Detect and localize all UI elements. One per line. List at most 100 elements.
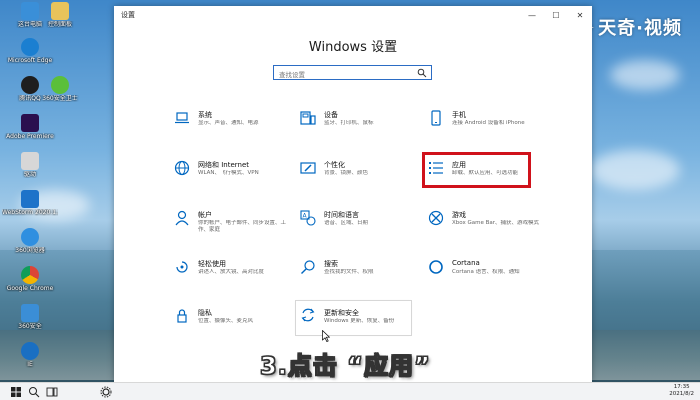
tile-description: Xbox Game Bar、捕获、游戏模式 [452,220,539,226]
task-view-icon[interactable] [46,386,58,398]
close-button[interactable]: ✕ [568,6,592,24]
tile-name: 游戏 [452,211,466,219]
tile-description: 查找我的文件、权限 [324,269,374,275]
caption-subtitle: 3.点击 “应用” [260,352,431,381]
tile-network[interactable]: 网络和 Internet WLAN、飞行模式、VPN [174,159,292,195]
tile-description: 背景、锁屏、颜色 [324,170,369,176]
personalize-icon [300,162,316,174]
devices-icon [300,111,316,125]
tile-privacy[interactable]: 隐私 位置、摄像头、麦克风 [174,307,292,343]
laptop-icon [175,112,189,124]
desktop-icon-label: 360安全 [18,323,42,330]
tile-name: 更新和安全 [324,309,359,317]
tile-name: 手机 [452,111,466,119]
ie-icon [21,342,39,360]
desktop-icon[interactable]: Microsoft Edge [2,38,58,64]
tile-phone[interactable]: 手机 连接 Android 设备和 iPhone [428,109,546,145]
desktop-icon-label: 控制面板 [47,21,72,28]
tile-name: 帐户 [198,211,212,219]
tile-personalization[interactable]: 个性化 背景、锁屏、颜色 [300,159,418,195]
desktop-icon[interactable]: 360浏览器 [2,228,58,254]
tile-description: 连接 Android 设备和 iPhone [452,120,525,126]
title-bar[interactable]: 设置 — ☐ ✕ [114,6,592,24]
tile-name: 轻松使用 [198,260,226,268]
shield-icon [51,76,69,94]
minimize-button[interactable]: — [520,6,544,24]
clock[interactable]: 17:35 2021/8/2 [669,384,694,398]
desktop-icon-label: Adobe Premiere [6,133,54,140]
desktop-icon[interactable]: IE [2,342,58,368]
desktop-icon-label: IE [27,361,33,368]
tile-time-language[interactable]: A 时间和语言 语音、区域、日期 [300,209,418,245]
tile-update-security[interactable]: 更新和安全 Windows 更新、恢复、备份 [295,300,412,336]
search-icon[interactable] [417,68,427,78]
desktop-icon-label: 驱动 [23,171,36,178]
ease-of-access-icon [176,261,188,273]
account-icon [175,210,189,226]
tile-system[interactable]: 系统 显示、声音、通知、电源 [174,109,292,145]
cortana-icon [429,260,443,274]
chrome-icon [21,266,39,284]
desktop-icon[interactable]: 360安全卫士 [32,76,88,102]
mouse-cursor-icon [322,330,330,342]
edge-icon [21,38,39,56]
desktop-icon-label: Google Chrome [6,285,54,292]
tile-accounts[interactable]: 帐户 你的帐户、电子邮件、同步设置、工作、家庭 [174,209,292,245]
tile-devices[interactable]: 设备 蓝牙、打印机、鼠标 [300,109,418,145]
security-icon [21,304,39,322]
globe-icon [174,160,190,176]
desktop-icon[interactable]: 360安全 [2,304,58,330]
tile-description: Cortana 语言、权限、通知 [452,269,520,275]
desktop-cloud [610,60,680,90]
tile-description: 位置、摄像头、麦克风 [198,318,254,324]
tile-description: 语音、区域、日期 [324,220,369,226]
tile-description: 蓝牙、打印机、鼠标 [324,120,374,126]
desktop-icon[interactable]: 控制面板 [32,2,88,28]
tile-name: 隐私 [198,309,212,317]
taskbar-search-icon[interactable] [28,386,40,398]
watermark: ✦天奇·视频 [580,14,682,40]
taskbar: 17:35 2021/8/2 [0,382,700,400]
watermark-text: 天奇·视频 [598,18,682,39]
highlight-box [422,152,531,188]
tile-cortana[interactable]: Cortana Cortana 语言、权限、通知 [428,258,546,294]
xbox-icon [428,210,444,226]
maximize-button[interactable]: ☐ [544,6,568,24]
webstorm-icon [21,190,39,208]
tile-description: 显示、声音、通知、电源 [198,120,259,126]
svg-text:A: A [303,213,308,220]
tile-ease-of-access[interactable]: 轻松使用 讲述人、放大镜、高对比度 [174,258,292,294]
desktop-icon[interactable]: Adobe Premiere [2,114,58,140]
phone-icon [431,110,441,126]
tile-search[interactable]: 搜索 查找我的文件、权限 [300,258,418,294]
search-icon [301,260,315,274]
desktop-icon-label: 360安全卫士 [42,95,78,102]
desktop-icon[interactable]: WebStorm 2020.1.2 [2,190,58,216]
search-placeholder: 查找设置 [279,71,305,79]
tile-description: WLAN、飞行模式、VPN [198,170,259,176]
tile-description: Windows 更新、恢复、备份 [324,318,395,324]
tile-name: 时间和语言 [324,211,359,219]
drive-icon [21,152,39,170]
tile-name: 搜索 [324,260,338,268]
update-icon [301,308,315,322]
clock-date: 2021/8/2 [669,391,694,397]
desktop-icon[interactable]: Google Chrome [2,266,58,292]
premiere-icon [21,114,39,132]
time-language-icon: A [300,210,316,226]
desktop-cloud [590,150,680,190]
settings-gear-icon[interactable] [100,386,112,398]
lock-icon [177,309,187,323]
desktop-icon[interactable]: 驱动 [2,152,58,178]
window-title: 设置 [121,11,135,19]
start-icon[interactable] [10,386,22,398]
page-title: Windows 设置 [308,40,398,55]
tile-description: 讲述人、放大镜、高对比度 [198,269,265,275]
desktop-icon-label: Microsoft Edge [7,57,53,64]
search-input[interactable]: 查找设置 [273,65,432,80]
browser-icon [21,228,39,246]
tile-description: 你的帐户、电子邮件、同步设置、工作、家庭 [198,220,287,233]
tile-name: 系统 [198,111,212,119]
clock-time: 17:35 [673,384,690,390]
tile-gaming[interactable]: 游戏 Xbox Game Bar、捕获、游戏模式 [428,209,546,245]
